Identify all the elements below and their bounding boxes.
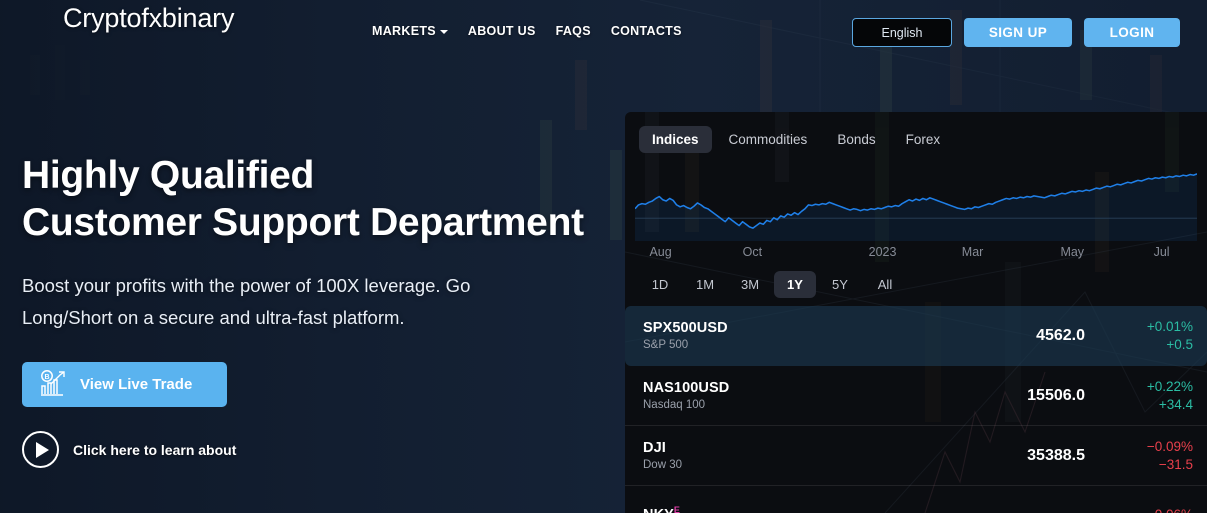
x-tick-aug: Aug — [649, 245, 672, 259]
quote-description: Nasdaq 100 — [643, 399, 706, 411]
nav-item-faqs[interactable]: FAQS — [556, 24, 591, 38]
view-live-trade-label: View Live Trade — [80, 376, 193, 393]
page-title: Highly Qualified Customer Support Depart… — [22, 152, 622, 246]
quote-change: −0.09% −31.5 — [1107, 439, 1193, 472]
x-tick-may: May — [1060, 245, 1085, 259]
cta-row: B View Live Trade — [22, 362, 622, 407]
quote-change-absolute: −31.5 — [1158, 457, 1193, 472]
hero-subtitle: Boost your profits with the power of 100… — [22, 275, 471, 328]
chart-area-fill — [635, 173, 1197, 241]
bitcoin-growth-chart-icon: B — [38, 368, 68, 402]
tab-indices[interactable]: Indices — [639, 126, 712, 153]
quotes-list: SPX500USD S&P 500 4562.0 +0.01% +0.5 NAS100US… — [625, 306, 1207, 513]
quote-symbol: NKYE — [643, 505, 957, 513]
x-tick-mar: Mar — [961, 245, 984, 259]
quote-symbol-superscript: E — [673, 505, 681, 513]
view-live-trade-button[interactable]: B View Live Trade — [22, 362, 227, 407]
range-1y[interactable]: 1Y — [774, 271, 816, 298]
quote-change: +0.22% +34.4 — [1107, 379, 1193, 412]
play-circle-icon[interactable] — [22, 431, 59, 468]
quote-description: Dow 30 — [643, 459, 682, 471]
widget-tabs: Indices Commodities Bonds Forex — [625, 112, 1207, 159]
hero-title-line2: Customer Support Department — [22, 201, 584, 244]
quote-change-percent: +0.01% — [1146, 319, 1193, 334]
quote-change-percent: +0.22% — [1146, 379, 1193, 394]
header-actions: English SIGN UP LOGIN — [852, 18, 1180, 47]
nav-item-contacts[interactable]: CONTACTS — [611, 24, 682, 38]
site-logo[interactable]: Cryptofxbinary — [63, 3, 234, 34]
time-range-selector: 1D 1M 3M 1Y 5Y All — [625, 261, 1207, 306]
quote-row[interactable]: DJI Dow 30 35388.5 −0.09% −31.5 — [625, 426, 1207, 486]
quote-names: SPX500USD S&P 500 — [643, 320, 957, 351]
price-chart-svg — [635, 173, 1197, 241]
main-navigation: MARKETS ABOUT US FAQS CONTACTS — [372, 24, 682, 38]
quote-row[interactable]: NKYE −0.06% — [625, 486, 1207, 513]
quote-names: DJI Dow 30 — [643, 440, 957, 471]
range-5y[interactable]: 5Y — [819, 271, 861, 298]
chevron-down-icon — [439, 29, 448, 34]
language-selector[interactable]: English — [852, 18, 952, 47]
quote-price: 15506.0 — [1027, 386, 1085, 404]
hero-content: Highly Qualified Customer Support Depart… — [22, 152, 622, 468]
range-all[interactable]: All — [864, 271, 906, 298]
x-tick-oct: Oct — [742, 245, 763, 259]
price-chart[interactable] — [635, 165, 1197, 241]
chart-x-axis: Aug Oct 2023 Mar May Jul — [625, 241, 1207, 261]
quote-description: S&P 500 — [643, 339, 689, 351]
tab-commodities[interactable]: Commodities — [716, 126, 821, 153]
quote-price: 35388.5 — [1027, 446, 1085, 464]
quote-change: +0.01% +0.5 — [1107, 319, 1193, 352]
quote-change-absolute: +34.4 — [1158, 397, 1193, 412]
quote-names: NKYE — [643, 505, 957, 513]
svg-text:B: B — [44, 374, 49, 381]
login-button[interactable]: LOGIN — [1084, 18, 1180, 47]
tab-bonds[interactable]: Bonds — [824, 126, 888, 153]
hero-title-line1: Highly Qualified — [22, 154, 315, 197]
range-1m[interactable]: 1M — [684, 271, 726, 298]
quote-names: NAS100USD Nasdaq 100 — [643, 380, 957, 411]
quote-change-percent: −0.06% — [1107, 507, 1193, 513]
site-header: Cryptofxbinary MARKETS ABOUT US FAQS CON… — [0, 0, 1207, 64]
quote-symbol: SPX500USD — [643, 320, 728, 336]
quote-price: 4562.0 — [1036, 326, 1085, 344]
sign-up-button[interactable]: SIGN UP — [964, 18, 1072, 47]
range-3m[interactable]: 3M — [729, 271, 771, 298]
market-overview-widget: Indices Commodities Bonds Forex Aug Oct 20… — [625, 112, 1207, 513]
tab-forex[interactable]: Forex — [893, 126, 954, 153]
nav-item-markets[interactable]: MARKETS — [372, 24, 448, 38]
nav-label-markets: MARKETS — [372, 24, 436, 38]
quote-change-percent: −0.09% — [1146, 439, 1193, 454]
range-1d[interactable]: 1D — [639, 271, 681, 298]
x-tick-2023: 2023 — [868, 245, 897, 259]
x-tick-jul: Jul — [1153, 245, 1170, 259]
learn-more-row[interactable]: Click here to learn about — [22, 431, 622, 468]
quote-row[interactable]: SPX500USD S&P 500 4562.0 +0.01% +0.5 — [625, 306, 1207, 366]
quote-symbol: NAS100USD — [643, 380, 730, 396]
learn-more-label: Click here to learn about — [73, 441, 237, 458]
play-triangle-icon — [35, 441, 49, 458]
quote-change-absolute: +0.5 — [1166, 337, 1193, 352]
quote-row[interactable]: NAS100USD Nasdaq 100 15506.0 +0.22% +34.4 — [625, 366, 1207, 426]
landing-page: Cryptofxbinary MARKETS ABOUT US FAQS CON… — [0, 0, 1207, 513]
quote-change: −0.06% — [1107, 507, 1193, 513]
nav-item-about-us[interactable]: ABOUT US — [468, 24, 536, 38]
quote-symbol: DJI — [643, 440, 666, 456]
